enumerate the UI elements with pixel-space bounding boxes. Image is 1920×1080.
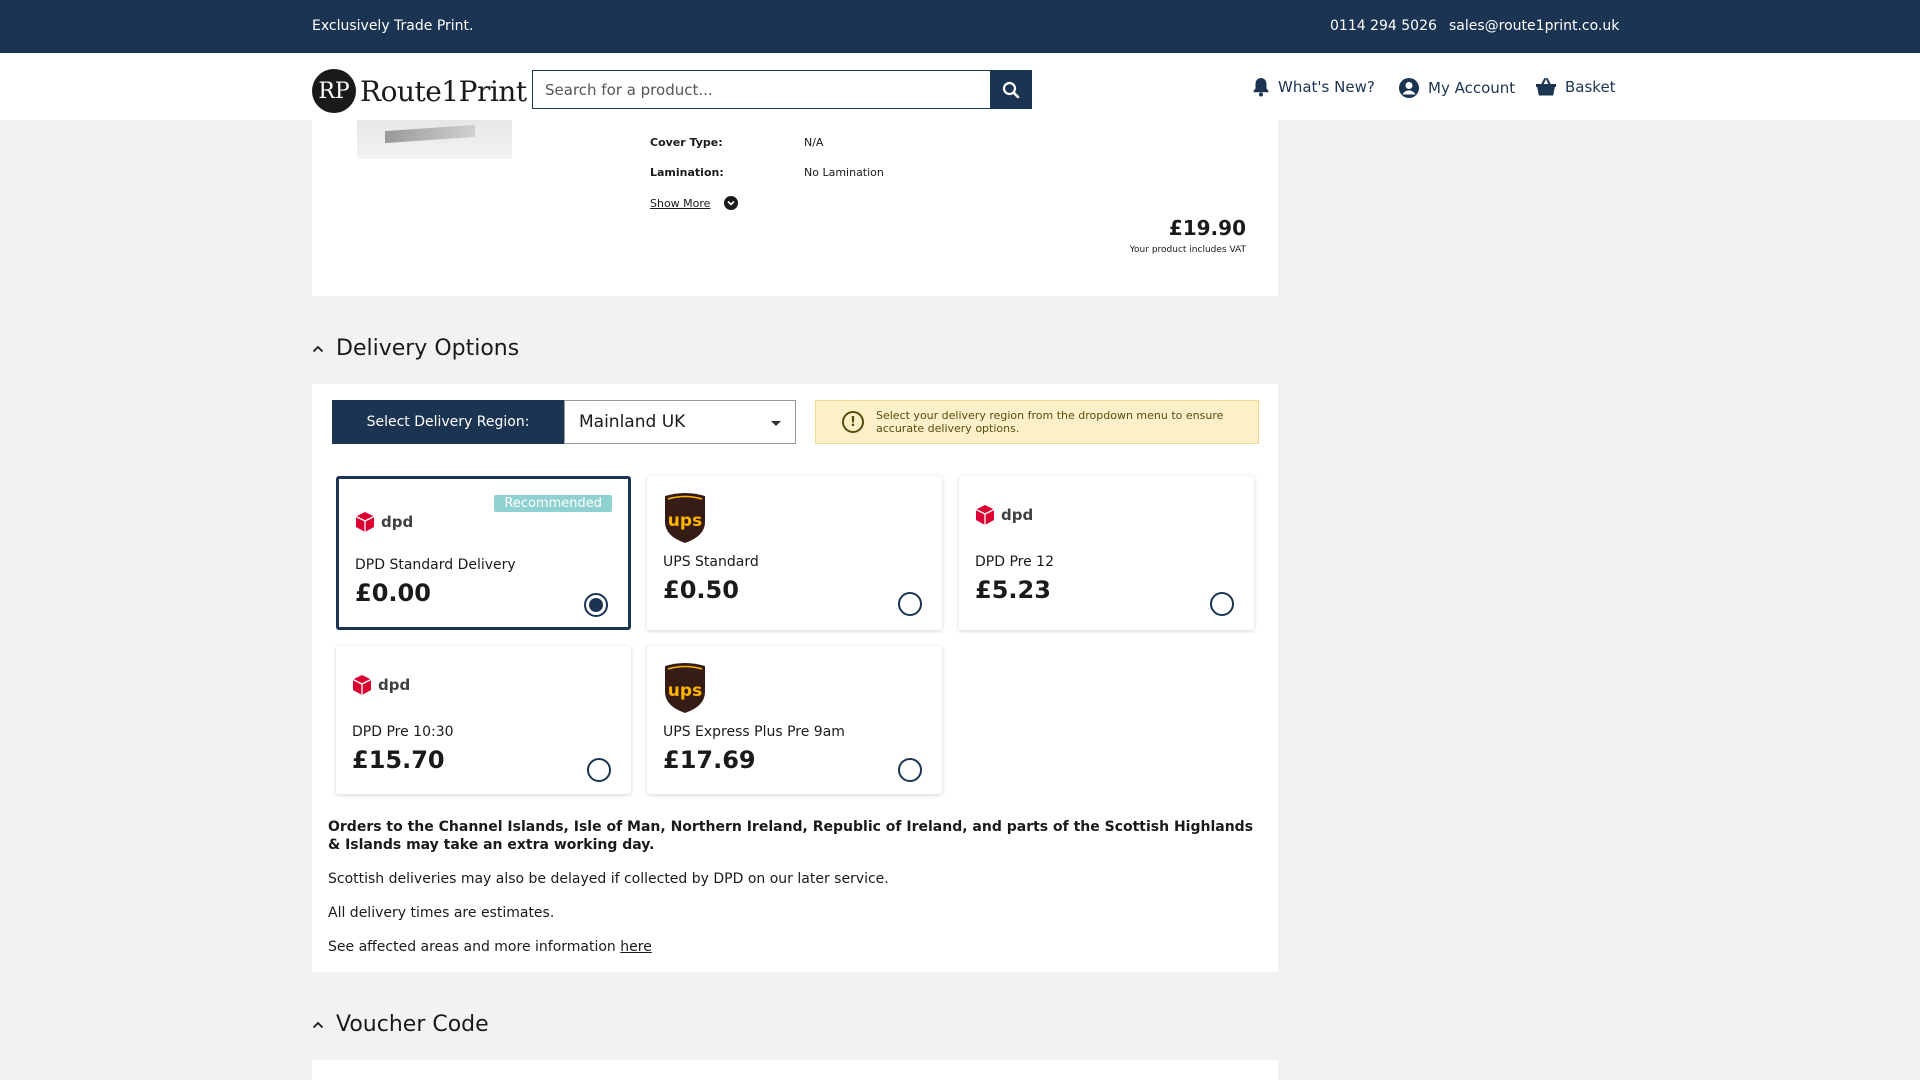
- delivery-options-toggle[interactable]: Delivery Options: [312, 336, 519, 361]
- top-bar: Exclusively Trade Print. 0114 294 5026 s…: [0, 0, 1920, 53]
- whats-new-link[interactable]: What's New?: [1252, 77, 1375, 97]
- ups-logo: ups: [665, 663, 705, 713]
- ups-logo: ups: [665, 493, 705, 543]
- basket-icon: [1536, 78, 1556, 96]
- logo[interactable]: RP Route1Print: [312, 69, 527, 113]
- option-price: £0.00: [355, 579, 431, 607]
- product-summary-card: Cover Type: N/A Lamination: No Laminatio…: [312, 120, 1278, 296]
- option-price: £5.23: [975, 576, 1051, 604]
- option-price: £0.50: [663, 576, 739, 604]
- dpd-logo: dpd: [975, 504, 1033, 526]
- dpd-logo: dpd: [355, 511, 413, 533]
- tagline: Exclusively Trade Print.: [312, 18, 474, 34]
- dpd-cube-icon: [975, 505, 995, 525]
- option-price: £15.70: [352, 746, 445, 774]
- option-radio[interactable]: [1210, 592, 1234, 616]
- voucher-code-card: [312, 1060, 1278, 1080]
- phone-link[interactable]: 0114 294 5026: [1330, 18, 1437, 34]
- dpd-cube-icon: [355, 512, 375, 532]
- option-radio[interactable]: [584, 593, 608, 617]
- spec-label: Cover Type:: [650, 136, 723, 149]
- option-name: DPD Pre 12: [975, 554, 1054, 570]
- logo-mark: RP: [312, 69, 356, 113]
- dropdown-arrow-icon: [771, 421, 781, 426]
- whats-new-label: What's New?: [1278, 78, 1375, 96]
- dpd-logo: dpd: [352, 674, 410, 696]
- option-name: DPD Pre 10:30: [352, 724, 454, 740]
- region-notice: ! Select your delivery region from the d…: [815, 400, 1259, 444]
- affected-areas-note: See affected areas and more information …: [328, 938, 1268, 956]
- spec-value: N/A: [804, 136, 824, 149]
- delivery-option-dpd-standard[interactable]: Recommended dpd DPD Standard Delivery £0…: [336, 476, 631, 630]
- basket-link[interactable]: Basket: [1535, 77, 1616, 97]
- region-value: Mainland UK: [579, 412, 686, 432]
- email-link[interactable]: sales@route1print.co.uk: [1449, 18, 1619, 34]
- voucher-code-toggle[interactable]: Voucher Code: [312, 1012, 489, 1037]
- voucher-code-heading: Voucher Code: [336, 1012, 489, 1037]
- basket-label: Basket: [1565, 78, 1616, 96]
- my-account-link[interactable]: My Account: [1398, 77, 1515, 99]
- svg-text:ups: ups: [668, 681, 702, 701]
- option-name: DPD Standard Delivery: [355, 557, 516, 573]
- delivery-options-heading: Delivery Options: [336, 336, 520, 361]
- delivery-option-dpd-pre1030[interactable]: dpd DPD Pre 10:30 £15.70: [336, 646, 631, 794]
- search-bar: [532, 70, 1032, 109]
- affected-areas-text: See affected areas and more information: [328, 939, 621, 955]
- product-price: £19.90: [1168, 216, 1246, 240]
- chevron-up-icon: [312, 341, 336, 357]
- option-name: UPS Standard: [663, 554, 759, 570]
- scottish-note: Scottish deliveries may also be delayed …: [328, 871, 889, 887]
- region-label: Select Delivery Region:: [332, 400, 564, 444]
- option-radio[interactable]: [898, 592, 922, 616]
- extra-day-note: Orders to the Channel Islands, Isle of M…: [328, 819, 1254, 853]
- delivery-options-card: Select Delivery Region: Mainland UK ! Se…: [312, 384, 1278, 972]
- logo-text: Route1Print: [360, 74, 527, 108]
- bell-icon: [1253, 78, 1269, 97]
- dpd-cube-icon: [352, 675, 372, 695]
- option-price: £17.69: [663, 746, 756, 774]
- spec-value: No Lamination: [804, 166, 884, 179]
- warning-icon: !: [842, 411, 864, 433]
- user-circle-icon: [1399, 78, 1419, 98]
- chevron-up-icon: [312, 1017, 336, 1033]
- spec-label: Lamination:: [650, 166, 724, 179]
- search-button[interactable]: [990, 71, 1031, 108]
- chevron-down-icon: [724, 196, 739, 210]
- show-more-label: Show More: [650, 196, 711, 210]
- site-header: RP Route1Print What's New? My Account Ba…: [0, 53, 1920, 120]
- affected-areas-link[interactable]: here: [620, 939, 652, 955]
- vat-note: Your product includes VAT: [1129, 245, 1246, 255]
- delivery-option-ups-express-plus[interactable]: ups UPS Express Plus Pre 9am £17.69: [647, 646, 942, 794]
- region-select[interactable]: Mainland UK: [564, 400, 796, 444]
- option-radio[interactable]: [587, 758, 611, 782]
- region-notice-text: Select your delivery region from the dro…: [876, 409, 1224, 435]
- delivery-option-dpd-pre12[interactable]: dpd DPD Pre 12 £5.23: [959, 476, 1254, 630]
- search-icon: [1002, 81, 1019, 98]
- my-account-label: My Account: [1428, 79, 1516, 97]
- product-image: [357, 120, 512, 159]
- option-radio[interactable]: [898, 758, 922, 782]
- option-name: UPS Express Plus Pre 9am: [663, 724, 845, 740]
- estimates-note: All delivery times are estimates.: [328, 905, 555, 921]
- show-more-link[interactable]: Show More: [650, 196, 739, 210]
- delivery-option-ups-standard[interactable]: ups UPS Standard £0.50: [647, 476, 942, 630]
- svg-text:ups: ups: [668, 511, 702, 531]
- search-input[interactable]: [533, 71, 990, 108]
- recommended-badge: Recommended: [494, 495, 612, 512]
